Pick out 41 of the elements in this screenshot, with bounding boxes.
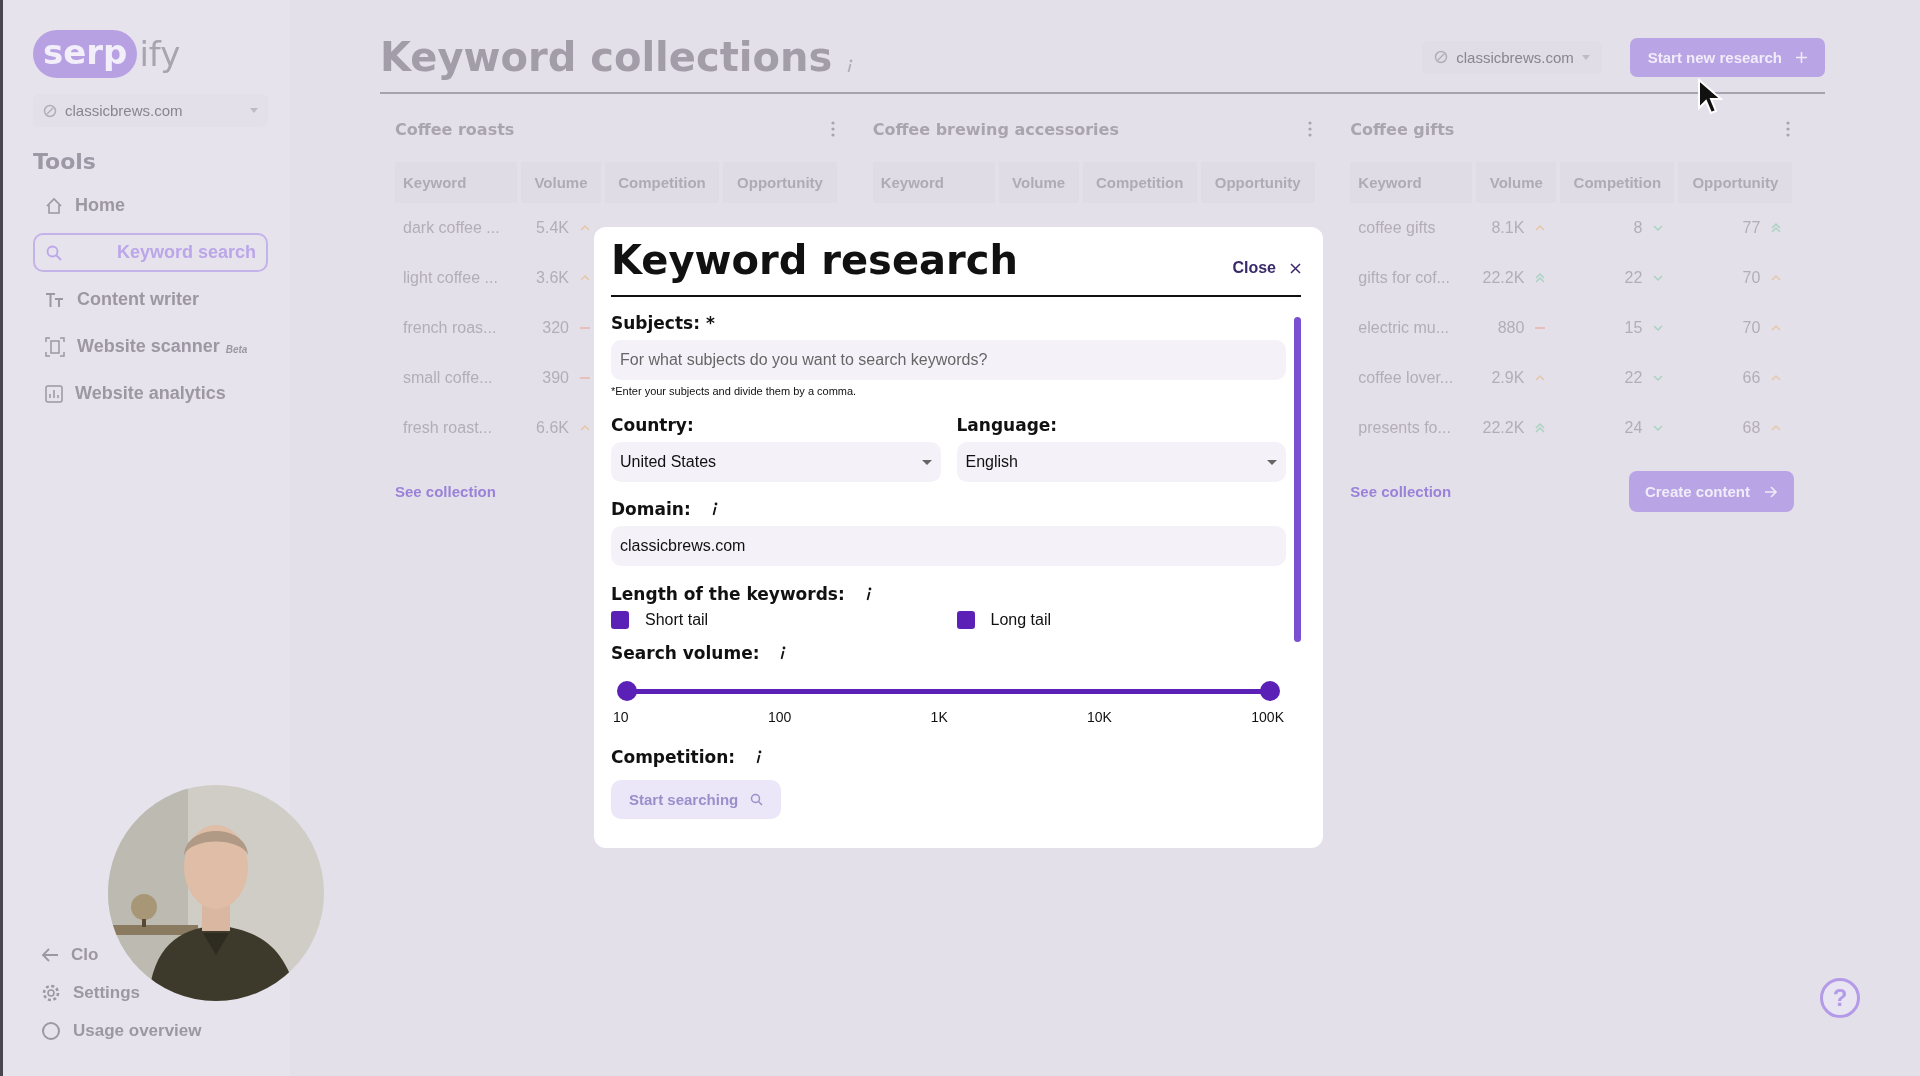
hint-text: *Enter your subjects and divide them by a comma. (611, 385, 858, 397)
tick-label: 10K (1087, 709, 1112, 725)
checkbox-label: Long tail (990, 611, 1051, 629)
help-button[interactable]: ? (1820, 978, 1860, 1018)
domain-field[interactable]: classicbrews.com (611, 526, 1286, 566)
field-label: Search volume: (611, 643, 760, 663)
sidebar-item[interactable]: Usage overview (33, 1016, 204, 1046)
beta-label: Beta (225, 344, 248, 355)
collection-title: Coffee brewing accessories (872, 119, 1119, 139)
tick-label: 1K (930, 709, 948, 725)
sidebar-item[interactable]: Keyword search (33, 233, 268, 272)
tick-label: 10 (613, 709, 629, 725)
see-collection-link[interactable]: See collection (395, 482, 496, 500)
field-label: Country: (611, 415, 695, 435)
collection-title: Coffee gifts (1350, 119, 1455, 139)
page-title: Keyword collections (380, 34, 833, 80)
close-button[interactable]: Close (1232, 259, 1301, 277)
logo: serp ify (33, 30, 268, 78)
dialog-title: Keyword research (611, 237, 1018, 283)
language-select[interactable]: English (956, 442, 1286, 482)
checkbox-label: Short tail (645, 611, 709, 629)
sidebar-item[interactable]: Website scanner Beta (33, 327, 268, 366)
sidebar-item[interactable]: Website analytics (33, 374, 268, 413)
collection-title: Coffee roasts (395, 119, 515, 139)
field-label: Length of the keywords: (611, 584, 845, 604)
sidebar-item[interactable]: Content writer (33, 280, 268, 319)
subjects-field[interactable]: For what subjects do you want to search keywords? (611, 340, 1286, 380)
field-label: Subjects: * (611, 313, 716, 333)
sidebar-item[interactable]: Settings (33, 978, 143, 1008)
new-research-button[interactable]: Start new research (1629, 37, 1825, 77)
tick-label: 100 (767, 709, 792, 725)
sidebar-item[interactable]: Home (33, 186, 268, 225)
sidebar-item[interactable]: Clo (33, 940, 101, 970)
see-collection-link[interactable]: See collection (1350, 483, 1452, 500)
field-label: Language: (956, 415, 1059, 435)
field-label: Domain: (611, 499, 691, 519)
create-content-button[interactable]: Create content (1628, 471, 1794, 512)
tick-label: 100K (1251, 709, 1284, 725)
country-select[interactable]: United States (611, 442, 941, 482)
section-title: Tools (33, 149, 97, 174)
field-label: Competition: (611, 747, 736, 767)
